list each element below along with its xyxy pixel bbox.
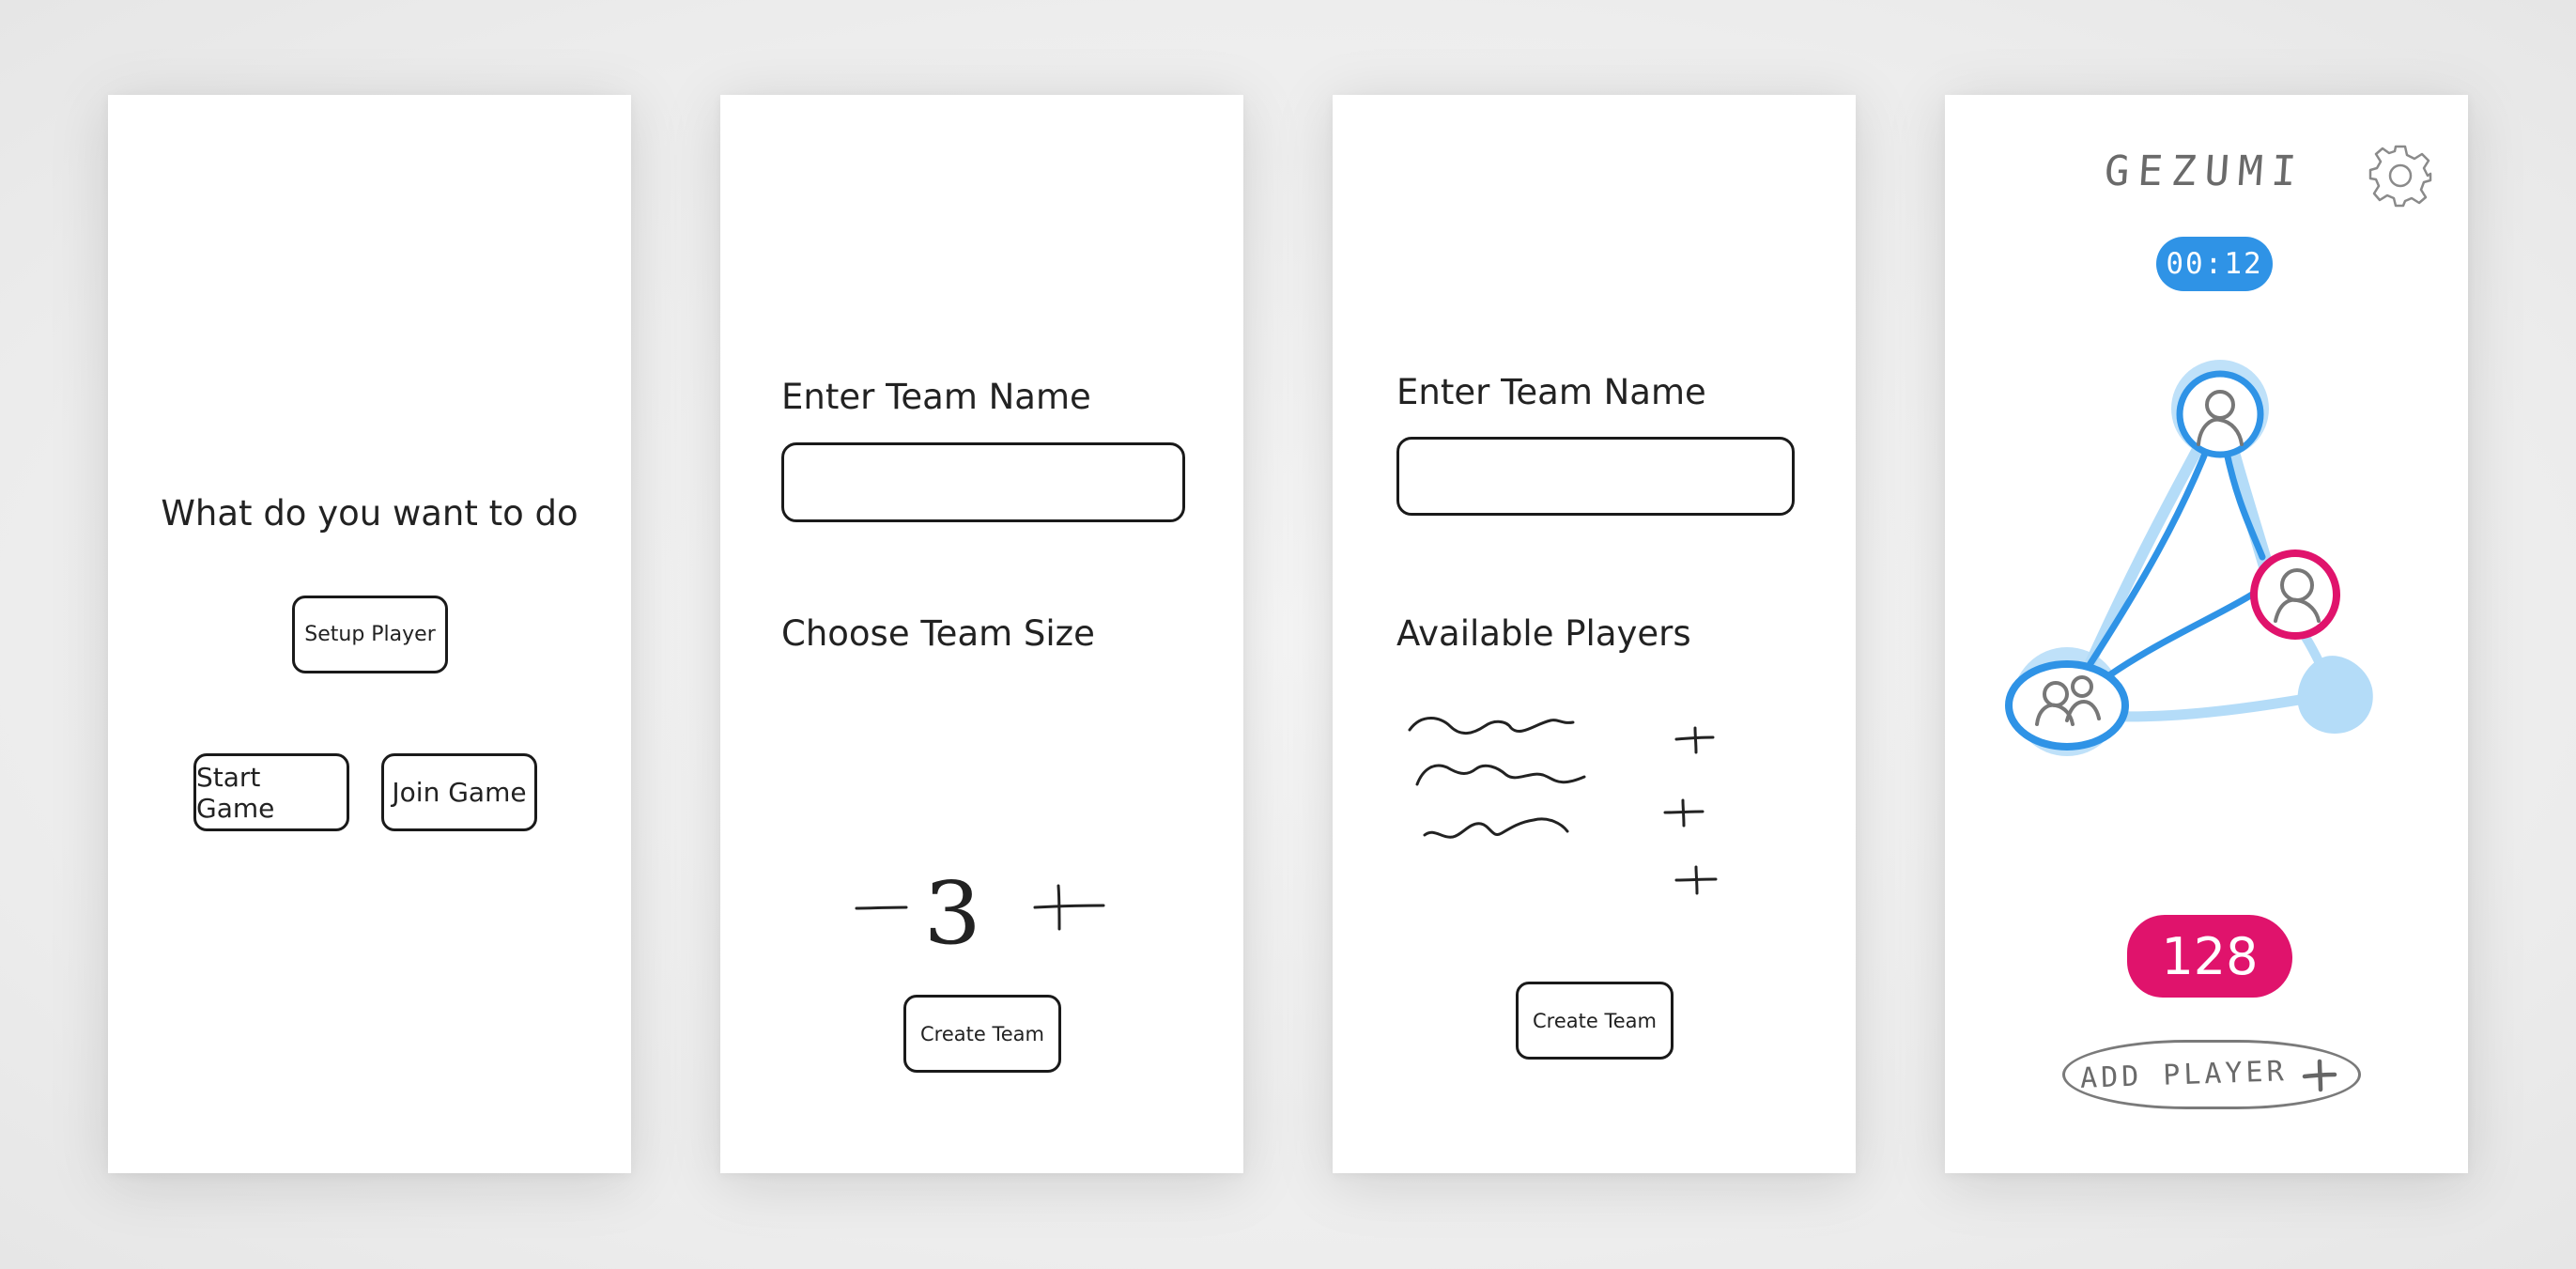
score-badge: 128 — [2127, 915, 2292, 998]
increment-button[interactable] — [1033, 884, 1105, 931]
available-players-label: Available Players — [1396, 613, 1691, 654]
join-game-button[interactable]: Join Game — [381, 753, 537, 831]
add-player-button[interactable]: ADD PLAYER — [2062, 1040, 2361, 1109]
add-player-label: ADD PLAYER — [2079, 1054, 2289, 1095]
team-name-input[interactable] — [1396, 437, 1795, 516]
timer-badge: 00:12 — [2156, 237, 2273, 291]
team-size-value: 3 — [923, 863, 982, 964]
player-node[interactable] — [2005, 660, 2129, 751]
player-node-active[interactable] — [2250, 549, 2340, 640]
create-team-button[interactable]: Create Team — [903, 995, 1061, 1073]
available-players-list — [1408, 717, 1718, 895]
add-player-button[interactable] — [1674, 726, 1715, 754]
player-name-scribble — [1423, 817, 1569, 839]
screen-home: What do you want to do Setup Player Star… — [108, 95, 631, 1173]
home-prompt: What do you want to do — [161, 493, 578, 534]
setup-player-button[interactable]: Setup Player — [292, 596, 448, 673]
add-player-button[interactable] — [1663, 798, 1704, 828]
empty-player-slot — [2297, 656, 2373, 734]
team-name-label: Enter Team Name — [781, 377, 1091, 417]
team-name-label: Enter Team Name — [1396, 372, 1706, 412]
team-graph — [2005, 360, 2373, 756]
player-name-scribble — [1415, 764, 1586, 786]
screen-game: GEZUMI 00:12 128 ADD PLAYER — [1945, 95, 2468, 1173]
screen-create-team: Enter Team Name Choose Team Size 3 Creat… — [720, 95, 1243, 1173]
team-size-stepper — [855, 884, 1105, 931]
app-logo: GEZUMI — [2103, 147, 2306, 195]
gear-icon[interactable] — [2368, 142, 2433, 208]
player-name-scribble — [1408, 717, 1575, 735]
team-size-label: Choose Team Size — [781, 613, 1095, 654]
player-node[interactable] — [2176, 370, 2264, 458]
plus-icon — [2302, 1059, 2337, 1092]
start-game-button[interactable]: Start Game — [193, 753, 349, 831]
create-team-button[interactable]: Create Team — [1516, 982, 1674, 1060]
screen-team-players: Enter Team Name Available Players Create… — [1333, 95, 1856, 1173]
team-name-input[interactable] — [781, 442, 1185, 522]
add-player-button[interactable] — [1674, 865, 1718, 895]
decrement-button[interactable] — [855, 905, 908, 910]
